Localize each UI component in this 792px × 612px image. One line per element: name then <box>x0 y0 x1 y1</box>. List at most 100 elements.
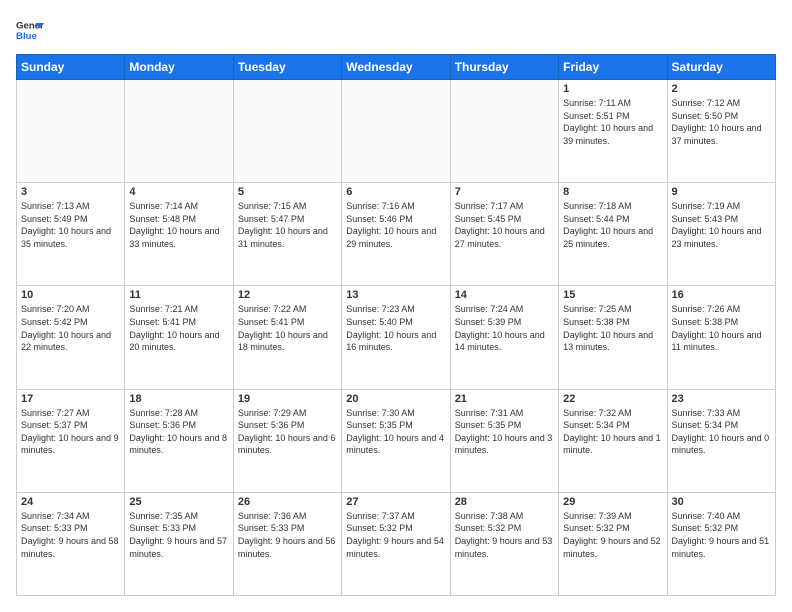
day-number: 25 <box>129 496 228 508</box>
day-number: 13 <box>346 289 445 301</box>
day-number: 14 <box>455 289 554 301</box>
calendar-cell: 2 Sunrise: 7:12 AM Sunset: 5:50 PM Daylig… <box>667 80 775 183</box>
calendar-cell: 5 Sunrise: 7:15 AM Sunset: 5:47 PM Daylig… <box>233 183 341 286</box>
calendar-cell: 15Sunrise: 7:25 AM Sunset: 5:38 PM Dayli… <box>559 286 667 389</box>
day-info: Sunrise: 7:40 AM Sunset: 5:32 PM Dayligh… <box>672 510 771 560</box>
day-info: Sunrise: 7:31 AM Sunset: 5:35 PM Dayligh… <box>455 407 554 457</box>
day-info: Sunrise: 7:18 AM Sunset: 5:44 PM Dayligh… <box>563 200 662 250</box>
day-info: Sunrise: 7:30 AM Sunset: 5:35 PM Dayligh… <box>346 407 445 457</box>
weekday-header-friday: Friday <box>559 55 667 80</box>
calendar-cell: 30 Sunrise: 7:40 AM Sunset: 5:32 PM Dayli… <box>667 492 775 595</box>
day-number: 10 <box>21 289 120 301</box>
day-info: Sunrise: 7:28 AM Sunset: 5:36 PM Dayligh… <box>129 407 228 457</box>
day-number: 11 <box>129 289 228 301</box>
day-info: Sunrise: 7:33 AM Sunset: 5:34 PM Dayligh… <box>672 407 771 457</box>
calendar-cell: 4 Sunrise: 7:14 AM Sunset: 5:48 PM Daylig… <box>125 183 233 286</box>
calendar-cell <box>125 80 233 183</box>
day-number: 28 <box>455 496 554 508</box>
day-number: 8 <box>563 186 662 198</box>
calendar-cell: 21 Sunrise: 7:31 AM Sunset: 5:35 PM Dayli… <box>450 389 558 492</box>
day-info: Sunrise: 7:29 AM Sunset: 5:36 PM Dayligh… <box>238 407 337 457</box>
logo: General Blue <box>16 16 44 44</box>
calendar-cell: 16 Sunrise: 7:26 AM Sunset: 5:38 PM Dayli… <box>667 286 775 389</box>
calendar-cell: 11 Sunrise: 7:21 AM Sunset: 5:41 PM Dayli… <box>125 286 233 389</box>
day-number: 12 <box>238 289 337 301</box>
day-info: Sunrise: 7:39 AM Sunset: 5:32 PM Dayligh… <box>563 510 662 560</box>
calendar-week-1: 1Sunrise: 7:11 AM Sunset: 5:51 PM Daylig… <box>17 80 776 183</box>
calendar-week-5: 24 Sunrise: 7:34 AM Sunset: 5:33 PM Dayli… <box>17 492 776 595</box>
day-number: 27 <box>346 496 445 508</box>
day-info: Sunrise: 7:20 AM Sunset: 5:42 PM Dayligh… <box>21 303 120 353</box>
logo-icon: General Blue <box>16 16 44 44</box>
day-number: 20 <box>346 393 445 405</box>
calendar-cell: 23Sunrise: 7:33 AM Sunset: 5:34 PM Dayli… <box>667 389 775 492</box>
day-info: Sunrise: 7:37 AM Sunset: 5:32 PM Dayligh… <box>346 510 445 560</box>
day-info: Sunrise: 7:36 AM Sunset: 5:33 PM Dayligh… <box>238 510 337 560</box>
day-info: Sunrise: 7:14 AM Sunset: 5:48 PM Dayligh… <box>129 200 228 250</box>
day-info: Sunrise: 7:15 AM Sunset: 5:47 PM Dayligh… <box>238 200 337 250</box>
weekday-header-sunday: Sunday <box>17 55 125 80</box>
day-info: Sunrise: 7:19 AM Sunset: 5:43 PM Dayligh… <box>672 200 771 250</box>
day-info: Sunrise: 7:25 AM Sunset: 5:38 PM Dayligh… <box>563 303 662 353</box>
weekday-header-saturday: Saturday <box>667 55 775 80</box>
day-info: Sunrise: 7:35 AM Sunset: 5:33 PM Dayligh… <box>129 510 228 560</box>
calendar-cell: 19 Sunrise: 7:29 AM Sunset: 5:36 PM Dayli… <box>233 389 341 492</box>
calendar-cell: 13Sunrise: 7:23 AM Sunset: 5:40 PM Dayli… <box>342 286 450 389</box>
day-info: Sunrise: 7:32 AM Sunset: 5:34 PM Dayligh… <box>563 407 662 457</box>
calendar-table: SundayMondayTuesdayWednesdayThursdayFrid… <box>16 54 776 596</box>
calendar-cell <box>450 80 558 183</box>
calendar-cell: 28 Sunrise: 7:38 AM Sunset: 5:32 PM Dayli… <box>450 492 558 595</box>
calendar-cell: 25 Sunrise: 7:35 AM Sunset: 5:33 PM Dayli… <box>125 492 233 595</box>
day-number: 3 <box>21 186 120 198</box>
calendar-header-row: SundayMondayTuesdayWednesdayThursdayFrid… <box>17 55 776 80</box>
calendar-cell: 3 Sunrise: 7:13 AM Sunset: 5:49 PM Daylig… <box>17 183 125 286</box>
day-number: 16 <box>672 289 771 301</box>
calendar-cell: 9 Sunrise: 7:19 AM Sunset: 5:43 PM Daylig… <box>667 183 775 286</box>
day-number: 18 <box>129 393 228 405</box>
calendar-week-3: 10 Sunrise: 7:20 AM Sunset: 5:42 PM Dayli… <box>17 286 776 389</box>
day-number: 1 <box>563 83 662 95</box>
day-info: Sunrise: 7:21 AM Sunset: 5:41 PM Dayligh… <box>129 303 228 353</box>
day-info: Sunrise: 7:22 AM Sunset: 5:41 PM Dayligh… <box>238 303 337 353</box>
day-number: 29 <box>563 496 662 508</box>
day-info: Sunrise: 7:26 AM Sunset: 5:38 PM Dayligh… <box>672 303 771 353</box>
calendar-cell: 8 Sunrise: 7:18 AM Sunset: 5:44 PM Daylig… <box>559 183 667 286</box>
page-header: General Blue <box>16 16 776 44</box>
day-number: 26 <box>238 496 337 508</box>
calendar-cell: 14Sunrise: 7:24 AM Sunset: 5:39 PM Dayli… <box>450 286 558 389</box>
day-number: 19 <box>238 393 337 405</box>
day-number: 2 <box>672 83 771 95</box>
day-number: 21 <box>455 393 554 405</box>
calendar-cell: 29 Sunrise: 7:39 AM Sunset: 5:32 PM Dayli… <box>559 492 667 595</box>
day-number: 7 <box>455 186 554 198</box>
day-number: 30 <box>672 496 771 508</box>
calendar-cell: 17Sunrise: 7:27 AM Sunset: 5:37 PM Dayli… <box>17 389 125 492</box>
calendar-cell: 12 Sunrise: 7:22 AM Sunset: 5:41 PM Dayli… <box>233 286 341 389</box>
day-number: 4 <box>129 186 228 198</box>
calendar-cell <box>233 80 341 183</box>
weekday-header-wednesday: Wednesday <box>342 55 450 80</box>
day-number: 9 <box>672 186 771 198</box>
weekday-header-tuesday: Tuesday <box>233 55 341 80</box>
day-number: 17 <box>21 393 120 405</box>
day-info: Sunrise: 7:17 AM Sunset: 5:45 PM Dayligh… <box>455 200 554 250</box>
calendar-cell: 10 Sunrise: 7:20 AM Sunset: 5:42 PM Dayli… <box>17 286 125 389</box>
day-number: 24 <box>21 496 120 508</box>
calendar-cell: 20 Sunrise: 7:30 AM Sunset: 5:35 PM Dayli… <box>342 389 450 492</box>
day-number: 5 <box>238 186 337 198</box>
calendar-week-2: 3 Sunrise: 7:13 AM Sunset: 5:49 PM Daylig… <box>17 183 776 286</box>
calendar-cell <box>17 80 125 183</box>
calendar-cell: 7 Sunrise: 7:17 AM Sunset: 5:45 PM Daylig… <box>450 183 558 286</box>
day-info: Sunrise: 7:12 AM Sunset: 5:50 PM Dayligh… <box>672 97 771 147</box>
day-info: Sunrise: 7:16 AM Sunset: 5:46 PM Dayligh… <box>346 200 445 250</box>
weekday-header-monday: Monday <box>125 55 233 80</box>
calendar-cell: 6 Sunrise: 7:16 AM Sunset: 5:46 PM Daylig… <box>342 183 450 286</box>
day-info: Sunrise: 7:34 AM Sunset: 5:33 PM Dayligh… <box>21 510 120 560</box>
calendar-cell: 18 Sunrise: 7:28 AM Sunset: 5:36 PM Dayli… <box>125 389 233 492</box>
day-info: Sunrise: 7:13 AM Sunset: 5:49 PM Dayligh… <box>21 200 120 250</box>
calendar-cell <box>342 80 450 183</box>
day-info: Sunrise: 7:38 AM Sunset: 5:32 PM Dayligh… <box>455 510 554 560</box>
day-number: 6 <box>346 186 445 198</box>
calendar-cell: 1Sunrise: 7:11 AM Sunset: 5:51 PM Daylig… <box>559 80 667 183</box>
calendar-cell: 26 Sunrise: 7:36 AM Sunset: 5:33 PM Dayli… <box>233 492 341 595</box>
